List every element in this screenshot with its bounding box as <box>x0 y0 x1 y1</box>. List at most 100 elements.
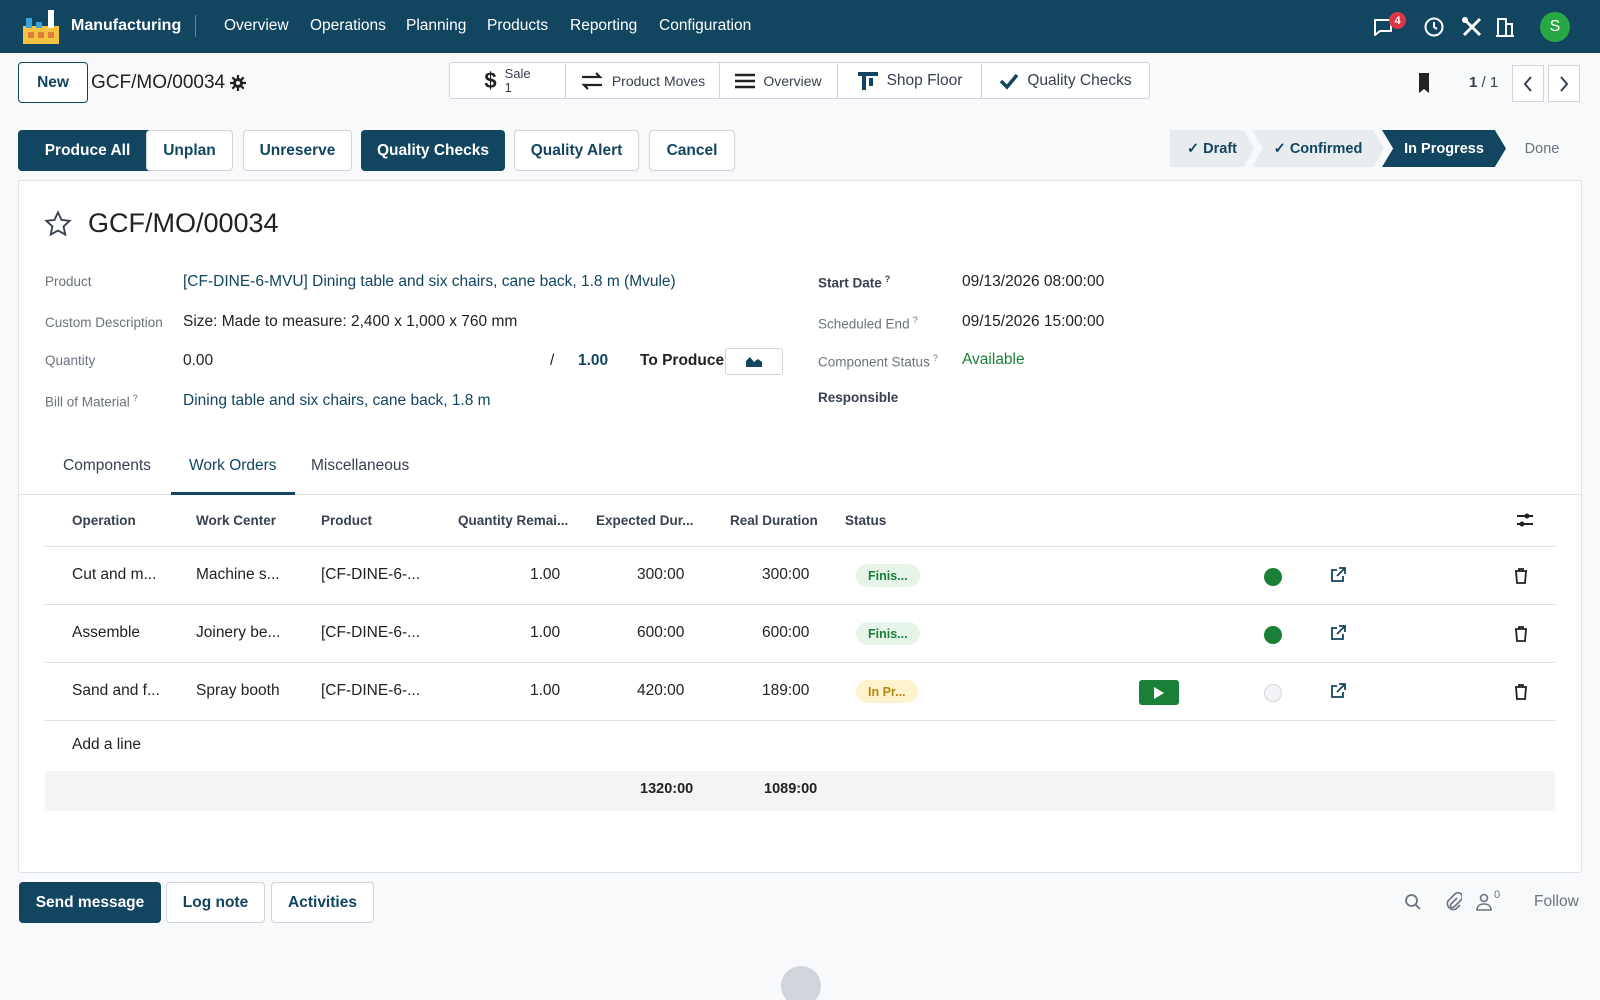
external-link-icon[interactable] <box>1330 683 1346 699</box>
cell-operation: Sand and f... <box>72 682 160 699</box>
cell-expected: 600:00 <box>637 624 685 641</box>
product-moves-label: Product Moves <box>611 72 706 89</box>
menu-planning[interactable]: Planning <box>406 17 466 35</box>
overview-label: Overview <box>763 72 822 89</box>
chatbot-avatar[interactable] <box>781 966 821 1000</box>
stage-confirmed[interactable]: ✓ Confirmed <box>1252 130 1384 167</box>
quality-checks-label: Quality Checks <box>1027 71 1132 89</box>
start-date-value[interactable]: 09/13/2026 08:00:00 <box>962 273 1104 291</box>
company-icon[interactable] <box>1492 14 1518 40</box>
col-quantity-remaining[interactable]: Quantity Remai... <box>458 513 568 528</box>
col-expected-duration[interactable]: Expected Dur... <box>596 513 694 528</box>
external-link-icon[interactable] <box>1330 625 1346 641</box>
product-moves-smart-button[interactable]: Product Moves <box>566 63 720 98</box>
user-avatar[interactable]: S <box>1540 12 1570 42</box>
stage-in-progress[interactable]: In Progress <box>1382 130 1506 167</box>
cell-quantity: 1.00 <box>530 682 561 699</box>
chevron-right-icon <box>1560 75 1569 92</box>
product-value[interactable]: [CF-DINE-6-MVU] Dining table and six cha… <box>183 273 676 291</box>
activities-button[interactable]: Activities <box>271 882 374 923</box>
stage-draft[interactable]: ✓ Draft <box>1170 130 1254 167</box>
unplan-button[interactable]: Unplan <box>146 130 233 171</box>
tools-icon[interactable] <box>1459 14 1485 40</box>
search-icon[interactable] <box>1404 893 1422 911</box>
cancel-button[interactable]: Cancel <box>649 130 735 171</box>
gear-icon[interactable] <box>230 75 246 91</box>
add-line-link[interactable]: Add a line <box>72 736 141 754</box>
stage-done[interactable]: Done <box>1506 130 1578 167</box>
pager-value[interactable]: 1 / 1 <box>1469 74 1498 91</box>
col-operation[interactable]: Operation <box>72 513 136 528</box>
nav-separator <box>195 15 196 37</box>
quantity-label: Quantity <box>45 353 96 368</box>
trash-icon[interactable] <box>1514 684 1528 700</box>
col-work-center[interactable]: Work Center <box>196 513 276 528</box>
followers-icon[interactable] <box>1476 893 1492 911</box>
follow-button[interactable]: Follow <box>1534 893 1579 911</box>
breadcrumb-record-name: GCF/MO/00034 <box>91 72 226 93</box>
exchange-icon <box>581 71 603 90</box>
unreserve-button[interactable]: Unreserve <box>243 130 352 171</box>
produce-all-button[interactable]: Produce All <box>18 130 157 171</box>
overview-smart-button[interactable]: Overview <box>720 63 838 98</box>
pager-next-button[interactable] <box>1548 65 1580 102</box>
tab-miscellaneous[interactable]: Miscellaneous <box>311 457 409 475</box>
status-bar: ✓ Draft ✓ Confirmed In Progress Done <box>1170 130 1578 167</box>
paperclip-icon[interactable] <box>1444 892 1462 912</box>
message-count-badge: 4 <box>1389 12 1406 29</box>
star-icon[interactable] <box>44 210 72 238</box>
start-workorder-button[interactable] <box>1139 680 1179 705</box>
product-label: Product <box>45 274 92 289</box>
cell-operation: Assemble <box>72 624 141 641</box>
help-mark: ? <box>132 393 138 403</box>
list-icon <box>735 73 756 88</box>
custom-description-value[interactable]: Size: Made to measure: 2,400 x 1,000 x 7… <box>183 313 517 331</box>
cell-real: 189:00 <box>762 682 810 699</box>
quantity-target-value[interactable]: 1.00 <box>578 352 608 370</box>
app-name[interactable]: Manufacturing <box>71 17 181 35</box>
menu-configuration[interactable]: Configuration <box>659 17 751 35</box>
sale-smart-button[interactable]: $ Sale 1 <box>450 63 566 98</box>
quality-alert-button[interactable]: Quality Alert <box>514 130 639 171</box>
trash-icon[interactable] <box>1514 568 1528 584</box>
sale-count: 1 <box>504 79 512 95</box>
sale-label: Sale <box>504 65 531 81</box>
optional-columns-icon[interactable] <box>1516 511 1534 529</box>
col-real-duration[interactable]: Real Duration <box>730 513 818 528</box>
table-header-divider <box>45 546 1555 547</box>
quantity-produced-value[interactable]: 0.00 <box>183 352 213 370</box>
tab-work-orders[interactable]: Work Orders <box>189 457 277 475</box>
cell-work-center: Spray booth <box>196 682 280 699</box>
external-link-icon[interactable] <box>1330 567 1346 583</box>
col-product[interactable]: Product <box>321 513 372 528</box>
start-date-label: Start Date? <box>818 274 891 291</box>
log-note-button[interactable]: Log note <box>166 882 265 923</box>
state-indicator-pending <box>1264 684 1282 702</box>
new-button[interactable]: New <box>18 62 88 103</box>
bom-value[interactable]: Dining table and six chairs, cane back, … <box>183 392 491 410</box>
quality-checks-button[interactable]: Quality Checks <box>361 130 505 171</box>
responsible-label: Responsible <box>818 390 899 405</box>
menu-reporting[interactable]: Reporting <box>570 17 637 35</box>
cell-expected: 420:00 <box>637 682 685 699</box>
tab-components[interactable]: Components <box>63 457 151 475</box>
send-message-button[interactable]: Send message <box>19 882 161 923</box>
menu-overview[interactable]: Overview <box>224 17 289 35</box>
menu-products[interactable]: Products <box>487 17 548 35</box>
clock-icon[interactable] <box>1421 14 1447 40</box>
trash-icon[interactable] <box>1514 626 1528 642</box>
menu-operations[interactable]: Operations <box>310 17 386 35</box>
cell-real: 300:00 <box>762 566 810 583</box>
quality-checks-smart-button[interactable]: Quality Checks <box>982 63 1149 98</box>
shop-floor-label: Shop Floor <box>886 71 963 89</box>
production-chart-button[interactable] <box>725 348 783 375</box>
play-icon <box>1154 686 1164 699</box>
scheduled-end-value[interactable]: 09/15/2026 15:00:00 <box>962 313 1104 331</box>
pager-previous-button[interactable] <box>1512 65 1544 102</box>
manufacturing-app-icon[interactable] <box>20 6 62 48</box>
smart-buttons: $ Sale 1 Product Moves Overview Shop Flo… <box>449 62 1150 99</box>
col-status[interactable]: Status <box>845 513 886 528</box>
bookmark-icon[interactable] <box>1416 73 1432 93</box>
state-indicator-done <box>1264 626 1282 644</box>
shop-floor-smart-button[interactable]: Shop Floor <box>838 63 982 98</box>
